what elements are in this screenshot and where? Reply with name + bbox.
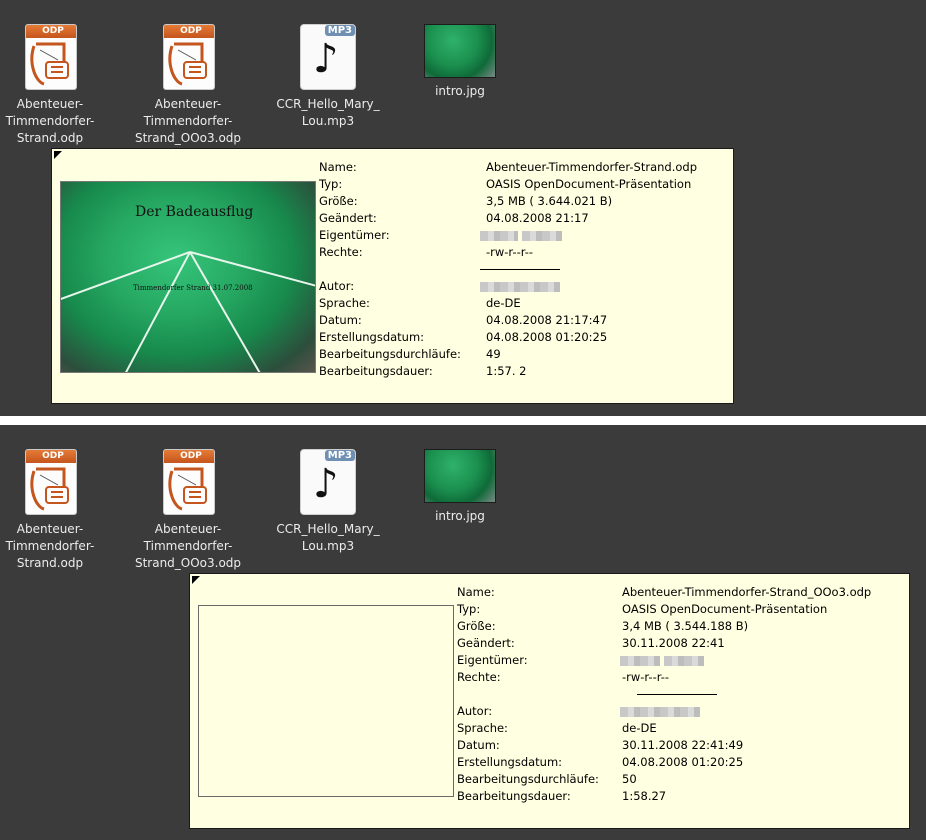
prop-name: Name: Abenteuer-Timmendorfer-Strand_OOo3.… (457, 585, 872, 599)
icon-label: Abenteuer- Timmendorfer- Strand_OOo3.odp (134, 522, 242, 570)
redacted-value (620, 652, 704, 669)
icon-label: CCR_Hello_Mary_ Lou.mp3 (276, 97, 380, 128)
prop-name: Name: Abenteuer-Timmendorfer-Strand.odp (319, 160, 697, 174)
prop-duration: Bearbeitungsdauer: 1:57. 2 (319, 364, 527, 378)
desktop-pane-top: ODP Abenteuer- Timmendorfer- Strand.odp … (0, 0, 926, 416)
separator-line (637, 694, 717, 695)
odp-file-icon: ODP (25, 24, 77, 90)
desktop-icon-odp-1[interactable]: ODP Abenteuer- Timmendorfer- Strand.odp (0, 449, 110, 572)
preview-subtitle: Timmendorfer Strand 31.07.2008 (133, 284, 253, 292)
file-info-tooltip: Name: Abenteuer-Timmendorfer-Strand_OOo3.… (189, 573, 910, 829)
desktop-pane-bottom: ODP Abenteuer- Timmendorfer- Strand.odp … (0, 425, 926, 840)
prop-created: Erstellungsdatum: 04.08.2008 01:20:25 (319, 330, 608, 344)
prop-author: Autor: (457, 703, 907, 720)
prop-owner: Eigentümer: (319, 227, 729, 244)
icon-label: Abenteuer- Timmendorfer- Strand.odp (5, 97, 95, 145)
tooltip-corner (54, 151, 62, 159)
prop-modified: Geändert: 30.11.2008 22:41 (457, 636, 725, 650)
prop-lang: Sprache: de-DE (319, 296, 521, 310)
file-info-tooltip: Der Badeausflug Timmendorfer Strand 31.0… (51, 148, 734, 404)
prop-lang: Sprache: de-DE (457, 721, 657, 735)
prop-perms: Rechte: -rw-r--r-- (457, 670, 670, 684)
prop-date: Datum: 04.08.2008 21:17:47 (319, 313, 608, 327)
odp-file-icon: ODP (25, 449, 77, 515)
odp-file-icon: ODP (163, 24, 215, 90)
desktop-icon-odp-2[interactable]: ODP Abenteuer- Timmendorfer- Strand_OOo3… (128, 449, 248, 572)
redacted-value (620, 703, 700, 720)
prop-type: Typ: OASIS OpenDocument-Präsentation (319, 177, 692, 191)
prop-date: Datum: 30.11.2008 22:41:49 (457, 738, 744, 752)
separator-line (480, 269, 560, 270)
prop-revisions: Bearbeitungsdurchläufe: 49 (319, 347, 501, 361)
prop-size: Größe: 3,4 MB ( 3.544.188 B) (457, 619, 749, 633)
icon-label: intro.jpg (435, 84, 485, 98)
desktop-icon-jpg[interactable]: intro.jpg (400, 24, 520, 100)
icon-label: CCR_Hello_Mary_ Lou.mp3 (276, 522, 380, 553)
prop-duration: Bearbeitungsdauer: 1:58.27 (457, 789, 667, 803)
mp3-file-icon: MP3 ♪ (300, 24, 356, 90)
prop-type: Typ: OASIS OpenDocument-Präsentation (457, 602, 828, 616)
mp3-file-icon: MP3 ♪ (300, 449, 356, 515)
prop-created: Erstellungsdatum: 04.08.2008 01:20:25 (457, 755, 744, 769)
image-thumbnail-icon (424, 24, 496, 78)
desktop-icon-mp3[interactable]: MP3 ♪ CCR_Hello_Mary_ Lou.mp3 (268, 24, 388, 130)
redacted-value (480, 227, 562, 244)
prop-author: Autor: (319, 278, 729, 295)
desktop-icon-odp-1[interactable]: ODP Abenteuer- Timmendorfer- Strand.odp (0, 24, 110, 147)
prop-modified: Geändert: 04.08.2008 21:17 (319, 211, 589, 225)
icon-label: intro.jpg (435, 509, 485, 523)
icon-label: Abenteuer- Timmendorfer- Strand_OOo3.odp (134, 97, 242, 145)
prop-owner: Eigentümer: (457, 652, 907, 669)
slide-preview-empty (198, 605, 454, 797)
prop-size: Größe: 3,5 MB ( 3.644.021 B) (319, 194, 613, 208)
desktop-icon-jpg[interactable]: intro.jpg (400, 449, 520, 525)
tooltip-corner (192, 576, 200, 584)
preview-title: Der Badeausflug (135, 204, 254, 220)
prop-perms: Rechte: -rw-r--r-- (319, 245, 534, 259)
odp-file-icon: ODP (163, 449, 215, 515)
prop-revisions: Bearbeitungsdurchläufe: 50 (457, 772, 637, 786)
icon-label: Abenteuer- Timmendorfer- Strand.odp (5, 522, 95, 570)
redacted-value (480, 278, 560, 295)
desktop-icon-mp3[interactable]: MP3 ♪ CCR_Hello_Mary_ Lou.mp3 (268, 449, 388, 555)
image-thumbnail-icon (424, 449, 496, 503)
slide-preview: Der Badeausflug Timmendorfer Strand 31.0… (60, 181, 316, 373)
desktop-icon-odp-2[interactable]: ODP Abenteuer- Timmendorfer- Strand_OOo3… (128, 24, 248, 147)
